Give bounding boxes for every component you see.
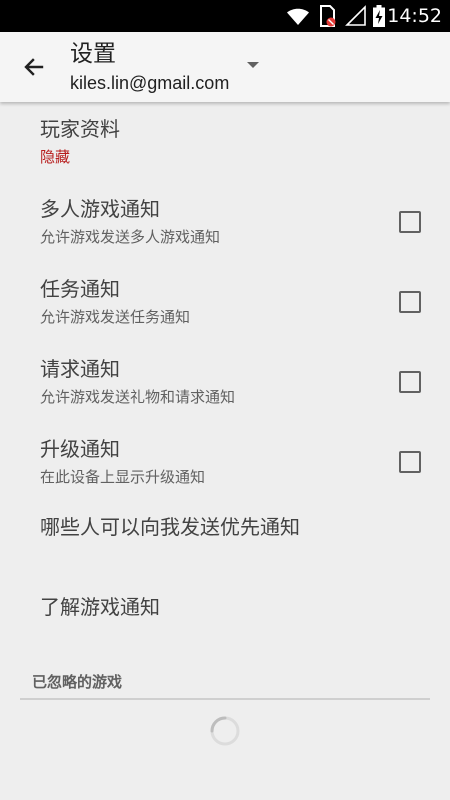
quest-checkbox[interactable]: [399, 291, 421, 313]
setting-title: 升级通知: [40, 437, 120, 461]
setting-title: 任务通知: [40, 277, 120, 301]
setting-request-notifications[interactable]: 请求通知 允许游戏发送礼物和请求通知: [0, 350, 450, 430]
account-email: kiles.lin@gmail.com: [70, 73, 230, 93]
settings-screen: 14:52 设置 kiles.lin@gmail.com 玩家资料 隐藏 多人游…: [0, 0, 450, 800]
caret-down-icon[interactable]: [246, 60, 260, 70]
setting-quest-notifications[interactable]: 任务通知 允许游戏发送任务通知: [0, 270, 450, 350]
setting-summary: 允许游戏发送礼物和请求通知: [40, 388, 236, 406]
setting-multiplayer-notifications[interactable]: 多人游戏通知 允许游戏发送多人游戏通知: [0, 190, 450, 270]
setting-level-up-notifications[interactable]: 升级通知 在此设备上显示升级通知: [0, 430, 450, 510]
setting-title: 多人游戏通知: [40, 197, 160, 221]
page-title: 设置: [70, 41, 116, 67]
setting-learn-game-notifications[interactable]: 了解游戏通知: [0, 586, 450, 666]
app-bar: 设置 kiles.lin@gmail.com: [0, 32, 450, 102]
setting-priority-notifications[interactable]: 哪些人可以向我发送优先通知: [0, 506, 450, 586]
setting-title: 哪些人可以向我发送优先通知: [40, 515, 300, 539]
setting-title: 了解游戏通知: [40, 595, 160, 619]
back-button[interactable]: [14, 49, 54, 85]
sim-no-signal-icon: [320, 5, 336, 27]
setting-title: 请求通知: [40, 357, 120, 381]
wifi-icon: [287, 8, 309, 25]
cell-signal-icon: [345, 5, 366, 26]
setting-summary: 允许游戏发送多人游戏通知: [40, 228, 221, 246]
status-bar: 14:52: [0, 0, 450, 32]
request-checkbox[interactable]: [399, 371, 421, 393]
section-divider: [20, 698, 430, 700]
level-up-checkbox[interactable]: [399, 451, 421, 473]
setting-player-profile[interactable]: 玩家资料 隐藏: [0, 112, 450, 192]
setting-summary: 隐藏: [40, 148, 71, 166]
account-selector[interactable]: kiles.lin@gmail.com: [70, 62, 259, 96]
loading-spinner-icon: [210, 716, 240, 746]
battery-charging-icon: [373, 5, 385, 27]
multiplayer-checkbox[interactable]: [399, 211, 421, 233]
setting-title: 玩家资料: [40, 117, 120, 141]
ignored-games-header: 已忽略的游戏: [32, 673, 123, 691]
setting-summary: 允许游戏发送任务通知: [40, 308, 191, 326]
setting-summary: 在此设备上显示升级通知: [40, 468, 206, 486]
arrow-left-icon: [24, 58, 44, 76]
status-time: 14:52: [387, 5, 442, 27]
